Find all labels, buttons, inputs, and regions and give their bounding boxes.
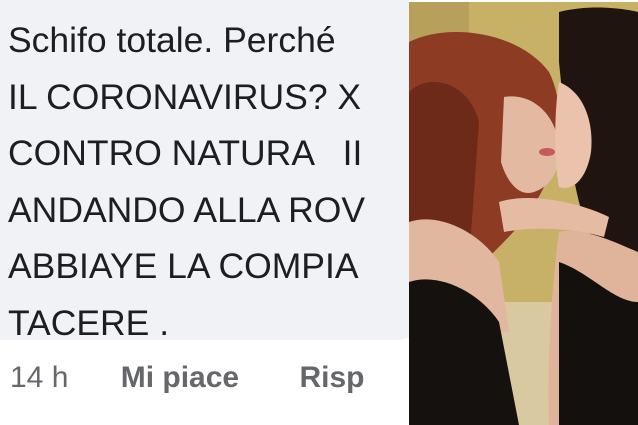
- comment-line: CONTRO NATURA II: [8, 133, 363, 173]
- comment-line: IL CORONAVIRUS? X: [8, 76, 362, 117]
- comment-line: ABBIAYE LA COMPIA: [8, 246, 359, 286]
- comment-text: Schifo totale. Perché IL CORONAVIRUS? X …: [8, 12, 409, 351]
- comment-timestamp[interactable]: 14 h: [10, 361, 68, 395]
- comment-line: TACERE .: [8, 302, 170, 343]
- comment-crop: Schifo totale. Perché IL CORONAVIRUS? X …: [0, 0, 409, 425]
- comment-line: Schifo totale. Perché: [8, 20, 336, 60]
- photo: [409, 2, 638, 425]
- comment-actions: 14 h Mi piace Risp: [10, 361, 409, 395]
- two-women-kissing-photo: [409, 2, 638, 425]
- like-button[interactable]: Mi piace: [121, 361, 239, 395]
- comment-line: ANDANDO ALLA ROV: [8, 189, 366, 230]
- reply-button[interactable]: Risp: [299, 361, 364, 395]
